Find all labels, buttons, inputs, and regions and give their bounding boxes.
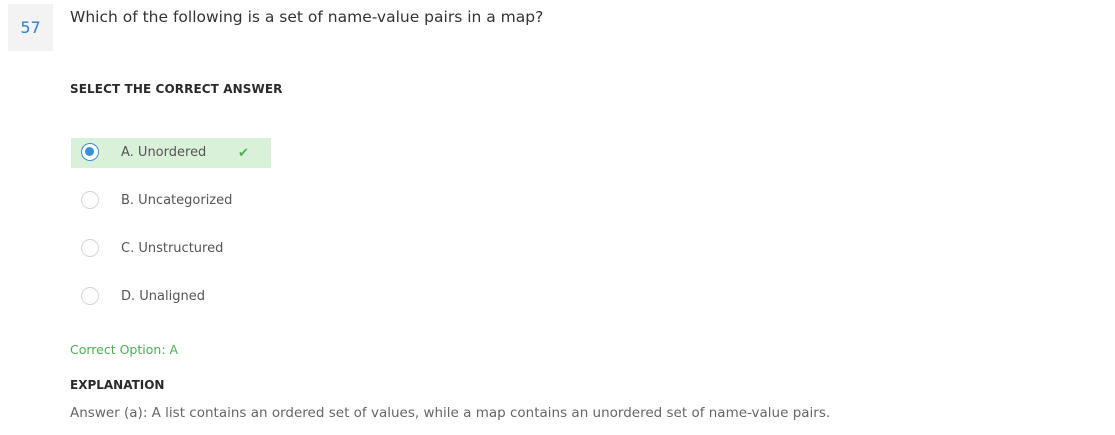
option-a[interactable]: A. Unordered ✔: [71, 138, 271, 168]
radio-button[interactable]: [81, 239, 99, 257]
option-label: A. Unordered: [121, 145, 207, 160]
option-label: B. Uncategorized: [121, 193, 233, 208]
option-label: D. Unaligned: [121, 289, 205, 304]
option-c[interactable]: C. Unstructured: [71, 234, 271, 264]
correct-option-text: Correct Option: A: [70, 342, 179, 357]
radio-button-selected[interactable]: [81, 143, 99, 161]
radio-button[interactable]: [81, 191, 99, 209]
explanation-heading: EXPLANATION: [70, 378, 165, 392]
option-d[interactable]: D. Unaligned: [71, 282, 271, 312]
question-card: 57 Which of the following is a set of na…: [0, 0, 1115, 435]
check-icon: ✔: [238, 146, 249, 161]
question-number: 57: [8, 4, 53, 51]
select-answer-heading: SELECT THE CORRECT ANSWER: [70, 82, 283, 96]
explanation-text: Answer (a): A list contains an ordered s…: [70, 405, 831, 421]
question-text: Which of the following is a set of name-…: [70, 8, 544, 26]
radio-button[interactable]: [81, 287, 99, 305]
option-label: C. Unstructured: [121, 241, 224, 256]
option-b[interactable]: B. Uncategorized: [71, 186, 271, 216]
